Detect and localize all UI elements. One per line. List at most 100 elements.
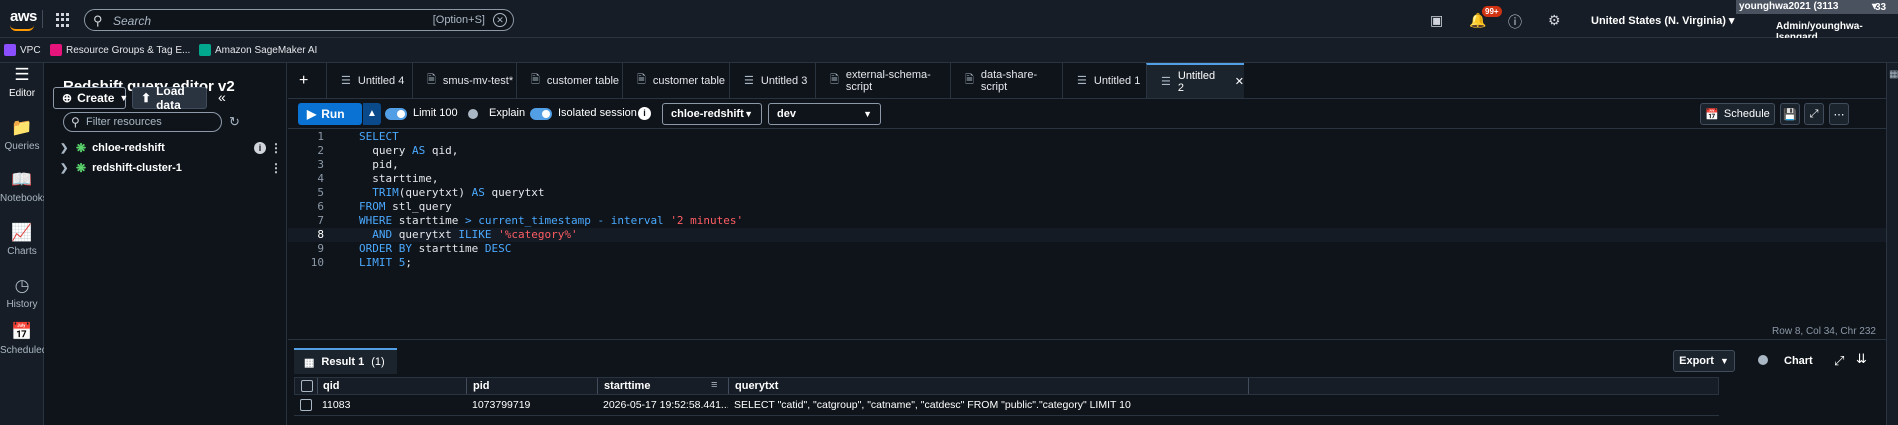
tab-untitled-2[interactable]: ☰ Untitled 2 ✕ [1146, 63, 1244, 98]
line-number: 3 [317, 158, 324, 171]
tab-data-share-script[interactable]: 🗎 data-share-script [950, 63, 1062, 98]
refresh-icon[interactable]: ↻ [229, 114, 240, 130]
code-text: LIMIT 5; [359, 256, 412, 269]
tab-customer-table-1[interactable]: 🗎 customer table [516, 63, 622, 98]
rail-editor[interactable]: ☰ Editor [0, 65, 44, 99]
cluster-select[interactable]: chloe-redshift ▼ [662, 103, 762, 125]
filter-resources-field[interactable]: ⚲ [63, 112, 222, 132]
run-options-dropdown[interactable]: ▲ [362, 103, 381, 125]
export-button[interactable]: Export ▼ [1673, 350, 1735, 372]
column-header-querytxt[interactable]: querytxt [729, 378, 1249, 394]
schedule-button[interactable]: 📅 Schedule [1700, 103, 1775, 125]
rail-scheduled[interactable]: 📅 Scheduled [0, 322, 48, 356]
main-workspace: + ☰ Untitled 4 🗎 smus-mv-test* 🗎 customer t… [288, 63, 1886, 425]
run-button[interactable]: ▶ Run [298, 103, 362, 125]
cluster-icon: ❋ [76, 161, 87, 175]
panel-toggle-icon[interactable]: ▦ [1889, 69, 1898, 80]
tab-customer-table-2[interactable]: 🗎 customer table [622, 63, 729, 98]
services-menu-icon[interactable] [56, 13, 70, 27]
caret-down-icon: ▼ [1719, 356, 1729, 366]
more-options-icon[interactable]: ⋮ [270, 141, 282, 155]
code-text: SELECT [359, 130, 399, 143]
fullscreen-button[interactable]: ⤢ [1804, 103, 1824, 125]
column-header-starttime[interactable]: starttime [598, 378, 729, 394]
tab-smus-mv-test[interactable]: 🗎 smus-mv-test* [412, 63, 516, 98]
rail-history[interactable]: ◷ History [0, 276, 44, 310]
search-bar[interactable]: ⚲ Search [Option+S] ✕ [84, 9, 514, 31]
region-selector[interactable]: United States (N. Virginia) ▾ [1591, 14, 1734, 27]
clear-icon[interactable]: ✕ [493, 13, 507, 27]
chevron-right-icon[interactable]: ❯ [60, 163, 70, 174]
select-all-checkbox[interactable] [301, 380, 313, 392]
tree-item-chloe-redshift[interactable]: ❯ ❋ chloe-redshift [60, 139, 280, 157]
sql-editor[interactable]: 1 SELECT 2 query AS qid, 3 pid, 4 startti… [288, 129, 1886, 339]
calendar-icon: 📅 [1705, 108, 1719, 121]
aws-logo[interactable]: aws [10, 8, 37, 25]
help-icon[interactable]: ⓘ [1508, 12, 1522, 32]
filter-resources-input[interactable] [86, 115, 216, 129]
folder-icon: 📁 [11, 118, 33, 137]
collapse-panel-icon[interactable]: « [218, 89, 226, 105]
explain-toggle[interactable] [466, 108, 488, 120]
account-banner[interactable]: younghwa2021 (3113 33 ▾ [1736, 0, 1898, 14]
load-data-button[interactable]: ⬆ Load data [132, 84, 207, 112]
favorite-resource-groups[interactable]: Resource Groups & Tag E... [50, 44, 190, 56]
limit-toggle[interactable] [385, 108, 407, 120]
isolated-session-toggle[interactable] [530, 108, 552, 120]
plus-circle-icon: ⊕ [62, 91, 73, 105]
favorite-vpc[interactable]: VPC [4, 44, 41, 56]
caret-down-icon: ▼ [863, 109, 872, 119]
file-icon: 🗎 [427, 74, 436, 86]
code-text: starttime, [359, 172, 439, 185]
cloudshell-icon[interactable]: ▣ [1430, 12, 1443, 29]
favorite-label: Resource Groups & Tag E... [66, 44, 191, 56]
tree-item-redshift-cluster-1[interactable]: ❯ ❋ redshift-cluster-1 [60, 159, 280, 177]
info-icon[interactable]: i [638, 107, 651, 120]
explain-label: Explain [489, 107, 526, 119]
chevron-down-icon: ▼ [119, 93, 129, 103]
chart-toggle[interactable] [1756, 354, 1778, 366]
favorite-sagemaker[interactable]: Amazon SageMaker AI [199, 44, 317, 56]
database-select[interactable]: dev ▼ [768, 103, 881, 125]
rail-label: Scheduled [0, 345, 48, 356]
more-options-icon[interactable]: ⋮ [270, 161, 282, 175]
cluster-icon: ❋ [76, 141, 87, 155]
gear-icon[interactable]: ⚙ [1548, 12, 1561, 29]
collapse-icon[interactable]: ⇊ [1856, 351, 1867, 367]
line-number: 10 [310, 256, 324, 269]
column-header-pid[interactable]: pid [467, 378, 598, 394]
add-tab-icon[interactable]: + [299, 72, 308, 90]
save-icon: 💾 [1783, 108, 1797, 121]
schedule-label: Schedule [1723, 108, 1770, 120]
more-actions-button[interactable]: ⋯ [1829, 103, 1849, 125]
row-checkbox[interactable] [300, 399, 312, 411]
save-button[interactable]: 💾 [1780, 103, 1800, 125]
file-icon: 🗎 [830, 74, 839, 86]
chevron-right-icon[interactable]: ❯ [60, 143, 70, 154]
result-count: (1) [371, 356, 385, 368]
close-icon[interactable]: ✕ [1235, 75, 1244, 88]
rail-queries[interactable]: 📁 Queries [0, 118, 44, 152]
result-tab[interactable]: ▦ Result 1 (1) [294, 348, 397, 374]
column-menu-icon[interactable]: ≡ [711, 379, 717, 391]
table-row[interactable]: 11083 1073799719 2026-05-17 19:52:58.441… [294, 395, 1719, 416]
load-data-label: Load data [156, 84, 185, 112]
expand-icon[interactable]: ⤢ [1834, 353, 1844, 369]
code-line: 3 pid, [288, 158, 1886, 172]
column-header-qid[interactable]: qid [317, 378, 467, 394]
tab-untitled-3[interactable]: ☰ Untitled 3 [729, 63, 815, 98]
tab-external-schema-script[interactable]: 🗎 external-schema-script [815, 63, 950, 98]
code-line: 6 FROM stl_query [288, 200, 1886, 214]
tab-untitled-4[interactable]: ☰ Untitled 4 [326, 63, 412, 98]
info-icon[interactable]: i [254, 142, 266, 154]
rail-notebooks[interactable]: 📖 Notebooks [0, 170, 48, 204]
tab-label: customer table [652, 74, 726, 87]
create-button[interactable]: ⊕ Create ▼ [53, 87, 129, 109]
tab-label: data-share-script [980, 68, 1038, 93]
cell-qid: 11083 [322, 399, 351, 411]
tab-untitled-1[interactable]: ☰ Untitled 1 [1062, 63, 1146, 98]
rail-label: Queries [4, 141, 40, 152]
tree-item-label: chloe-redshift [92, 142, 165, 154]
rail-charts[interactable]: 📈 Charts [0, 223, 44, 257]
table-icon: ▦ [304, 356, 315, 369]
